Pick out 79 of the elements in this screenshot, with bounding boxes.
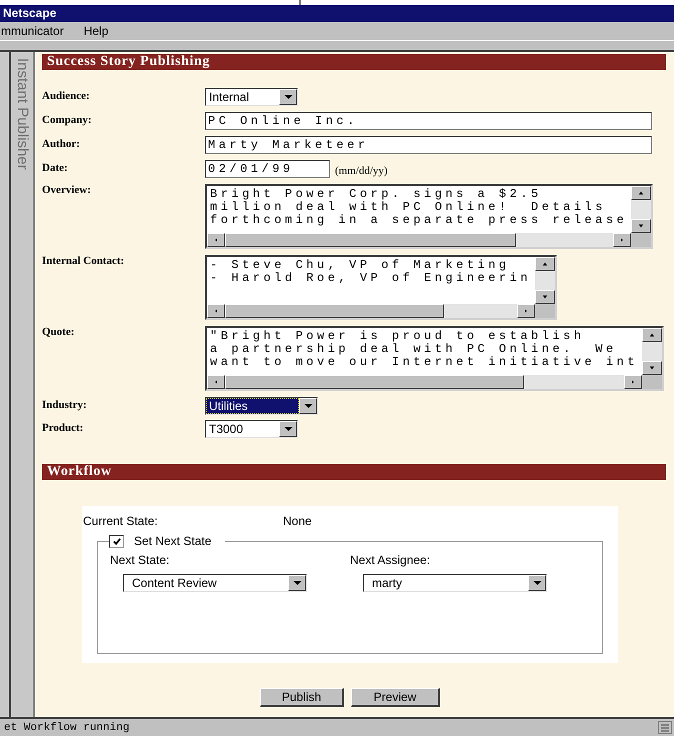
- scroll-thumb[interactable]: [225, 233, 516, 247]
- arrow-up-icon[interactable]: [642, 328, 662, 342]
- dropdown[interactable]: T3000: [205, 420, 298, 438]
- dropdown-value: Internal: [208, 89, 250, 105]
- caret-icon: [292, 580, 302, 586]
- vertical-scrollbar[interactable]: [642, 328, 662, 375]
- input-field[interactable]: Marty Marketeer: [205, 136, 652, 154]
- dropdown-value: marty: [371, 575, 403, 591]
- dropdown[interactable]: Content Review: [123, 574, 307, 592]
- current-state-value: None: [283, 514, 312, 528]
- text-area[interactable]: "Bright Power is proud to establish a partnership deal with PC Online. We want to move our Internet initiative int: [205, 326, 664, 391]
- next-assignee-label: Next Assignee:: [350, 553, 432, 567]
- horizontal-scrollbar[interactable]: [207, 375, 642, 389]
- field-label: Company:: [42, 113, 93, 126]
- menu-item[interactable]: mmunicator: [0, 22, 65, 40]
- caret-icon: [532, 580, 542, 586]
- input-field[interactable]: 02/01/99: [205, 160, 330, 178]
- arrow-right-icon[interactable]: [517, 304, 535, 318]
- field-label: Author:: [42, 137, 81, 150]
- field-label: Industry:: [42, 398, 88, 411]
- scrollbar-corner: [631, 233, 652, 247]
- scrollbar-corner: [642, 375, 662, 389]
- arrow-left-icon[interactable]: [207, 375, 225, 389]
- text-area[interactable]: - Steve Chu, VP of Marketing - Harold Roe, VP of Engineerin: [205, 255, 557, 320]
- arrow-down-icon[interactable]: [535, 290, 555, 304]
- arrow-down-icon[interactable]: [631, 219, 652, 233]
- scroll-thumb[interactable]: [225, 304, 444, 318]
- text-area-value: "Bright Power is proud to establish a partnership deal with PC Online. We want to move our Internet initiative int: [209, 328, 640, 371]
- format-hint: (mm/dd/yy): [335, 164, 388, 176]
- checkbox-label: Set Next State: [134, 534, 212, 548]
- checkbox[interactable]: [109, 534, 124, 548]
- text-area-value: Bright Power Corp. signs a $2.5 million deal with PC Online! Details forthcoming in a separate press release: [209, 186, 628, 229]
- button[interactable]: Preview: [351, 688, 440, 707]
- status-text: et Workflow running: [4, 722, 130, 734]
- vertical-scrollbar[interactable]: [535, 257, 555, 304]
- text-area[interactable]: Bright Power Corp. signs a $2.5 million deal with PC Online! Details forthcoming in a separate press release: [205, 184, 654, 249]
- dropdown-value: T3000: [208, 421, 244, 437]
- caret-icon: [284, 426, 292, 432]
- arrow-right-icon[interactable]: [613, 233, 632, 247]
- checkmark-icon: [112, 536, 122, 546]
- current-state-label: Current State:: [83, 514, 159, 528]
- dropdown-arrow-button[interactable]: [279, 89, 297, 105]
- arrow-right-icon[interactable]: [624, 375, 642, 389]
- next-state-label: Next State:: [110, 553, 170, 567]
- field-label: Audience:: [42, 89, 91, 102]
- dropdown-value: Utilities: [206, 398, 299, 414]
- input-field[interactable]: PC Online Inc.: [205, 112, 652, 130]
- dropdown[interactable]: Utilities: [205, 397, 318, 415]
- section-heading: Workflow: [42, 464, 666, 480]
- field-label: Internal Contact:: [42, 255, 126, 267]
- text-area-value: - Steve Chu, VP of Marketing - Harold Roe, VP of Engineerin: [209, 257, 532, 287]
- field-label: Product:: [42, 421, 84, 434]
- menu-item[interactable]: Help: [82, 22, 110, 40]
- scrollbar-corner: [535, 304, 555, 318]
- caret-icon: [304, 404, 312, 408]
- arrow-up-icon[interactable]: [631, 186, 652, 200]
- dropdown-arrow-button[interactable]: [279, 421, 297, 437]
- window-title: Netscape: [3, 6, 56, 20]
- button[interactable]: Publish: [260, 688, 344, 707]
- horizontal-scrollbar[interactable]: [207, 233, 632, 247]
- horizontal-scrollbar[interactable]: [207, 304, 535, 318]
- dropdown-arrow-button[interactable]: [299, 398, 317, 414]
- arrow-up-icon[interactable]: [535, 257, 555, 271]
- dropdown[interactable]: marty: [363, 574, 547, 592]
- arrow-down-icon[interactable]: [642, 361, 662, 375]
- field-label: Quote:: [42, 326, 76, 338]
- section-heading: Success Story Publishing: [42, 54, 666, 70]
- arrow-left-icon[interactable]: [207, 233, 225, 247]
- scroll-thumb[interactable]: [225, 375, 524, 389]
- field-label: Date:: [42, 161, 69, 174]
- dropdown-value: Content Review: [131, 575, 218, 591]
- vertical-scrollbar[interactable]: [631, 186, 652, 233]
- dropdown-arrow-button[interactable]: [528, 575, 546, 591]
- arrow-left-icon[interactable]: [207, 304, 225, 318]
- dropdown[interactable]: Internal: [205, 88, 298, 106]
- caret-icon: [284, 94, 292, 100]
- field-label: Overview:: [42, 184, 92, 196]
- sidebar-title: Instant Publisher: [13, 58, 32, 170]
- dropdown-arrow-button[interactable]: [288, 575, 306, 591]
